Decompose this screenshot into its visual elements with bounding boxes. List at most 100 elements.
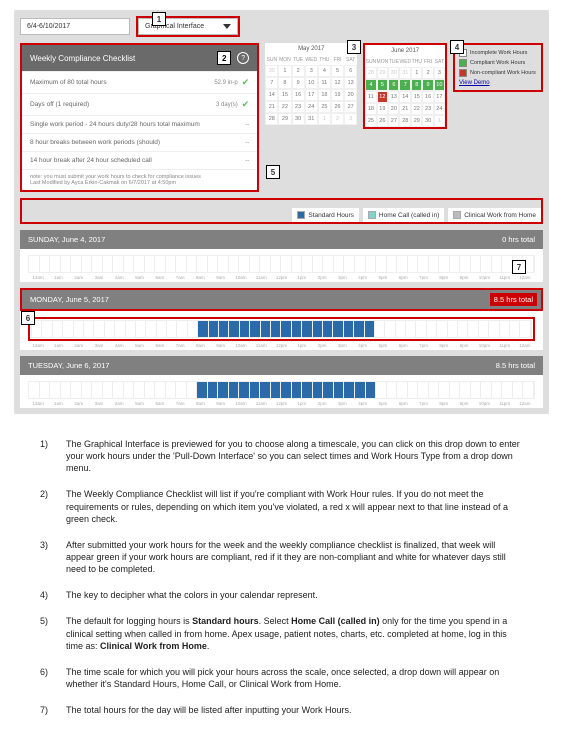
timeline-slot[interactable] <box>250 321 260 337</box>
timeline-slot[interactable] <box>63 321 73 337</box>
timeline-slot[interactable] <box>481 382 492 398</box>
timeline-slot[interactable] <box>492 382 503 398</box>
timeline-slot[interactable] <box>40 256 51 272</box>
timeline-slot[interactable] <box>355 382 366 398</box>
timeline-slot[interactable] <box>460 382 471 398</box>
timeline-slot[interactable] <box>292 321 302 337</box>
timeline-slot[interactable] <box>50 382 61 398</box>
timeline-slot[interactable] <box>134 382 145 398</box>
timeline-slot[interactable] <box>198 321 208 337</box>
timeline-slot[interactable] <box>250 382 261 398</box>
timeline-slot[interactable] <box>302 256 313 272</box>
timeline-slot[interactable] <box>53 321 63 337</box>
timeline-slot[interactable] <box>166 256 177 272</box>
timeline-slot[interactable] <box>489 321 499 337</box>
timeline-slot[interactable] <box>344 382 355 398</box>
timeline-slot[interactable] <box>187 256 198 272</box>
timeline-slot[interactable] <box>450 382 461 398</box>
timeline-slot[interactable] <box>450 256 461 272</box>
timeline-slot[interactable] <box>124 256 135 272</box>
timeline-slot[interactable] <box>197 382 208 398</box>
timeline-slot[interactable] <box>209 321 219 337</box>
timeline-slot[interactable] <box>471 382 482 398</box>
timeline-slot[interactable] <box>92 256 103 272</box>
timeline-slot[interactable] <box>281 321 291 337</box>
timeline-slot[interactable] <box>492 256 503 272</box>
timeline-slot[interactable] <box>115 321 125 337</box>
timeline-slot[interactable] <box>261 321 271 337</box>
timeline-slot[interactable] <box>292 256 303 272</box>
timeline-slot[interactable] <box>82 382 93 398</box>
timeline-slot[interactable] <box>460 256 471 272</box>
timeline-slot[interactable] <box>281 382 292 398</box>
timeline-slot[interactable] <box>396 321 406 337</box>
timeline-slot[interactable] <box>167 321 177 337</box>
timeline-slot[interactable] <box>510 321 520 337</box>
date-range-input[interactable]: 6/4-6/10/2017 <box>20 18 130 35</box>
timeline-slot[interactable] <box>134 256 145 272</box>
timeline-slot[interactable] <box>481 256 492 272</box>
timeline-slot[interactable] <box>366 382 377 398</box>
timeline-slot[interactable] <box>271 382 282 398</box>
timeline-slot[interactable] <box>29 382 40 398</box>
timeline-slot[interactable] <box>155 382 166 398</box>
timeline-slot[interactable] <box>229 382 240 398</box>
timeline-slot[interactable] <box>366 256 377 272</box>
help-icon[interactable]: ? <box>237 52 249 64</box>
timeline-slot[interactable] <box>260 382 271 398</box>
timeline-slot[interactable] <box>126 321 136 337</box>
timeline-slot[interactable] <box>429 256 440 272</box>
timeline-slot[interactable] <box>239 382 250 398</box>
timeline-slot[interactable] <box>302 382 313 398</box>
timeline-slot[interactable] <box>355 256 366 272</box>
timeline-sun[interactable] <box>28 255 535 273</box>
timeline-slot[interactable] <box>239 256 250 272</box>
timeline-slot[interactable] <box>61 256 72 272</box>
timeline-slot[interactable] <box>105 321 115 337</box>
timeline-slot[interactable] <box>416 321 426 337</box>
timeline-slot[interactable] <box>166 382 177 398</box>
timeline-slot[interactable] <box>82 256 93 272</box>
timeline-slot[interactable] <box>188 321 198 337</box>
timeline-slot[interactable] <box>323 256 334 272</box>
timeline-slot[interactable] <box>229 321 239 337</box>
timeline-slot[interactable] <box>218 256 229 272</box>
timeline-slot[interactable] <box>218 382 229 398</box>
timeline-mon[interactable] <box>31 320 532 338</box>
timeline-slot[interactable] <box>113 382 124 398</box>
calendar-june[interactable]: June 2017 SUNMONTUEWEDTHUFRISAT 28293031… <box>365 45 445 127</box>
timeline-slot[interactable] <box>334 382 345 398</box>
timeline-slot[interactable] <box>260 256 271 272</box>
timeline-slot[interactable] <box>439 256 450 272</box>
timeline-slot[interactable] <box>344 321 354 337</box>
timeline-slot[interactable] <box>408 382 419 398</box>
timeline-slot[interactable] <box>113 256 124 272</box>
timeline-slot[interactable] <box>408 256 419 272</box>
timeline-slot[interactable] <box>146 321 156 337</box>
timeline-slot[interactable] <box>208 382 219 398</box>
timeline-slot[interactable] <box>103 256 114 272</box>
timeline-slot[interactable] <box>103 382 114 398</box>
timeline-slot[interactable] <box>313 256 324 272</box>
timeline-slot[interactable] <box>219 321 229 337</box>
timeline-slot[interactable] <box>397 256 408 272</box>
timeline-slot[interactable] <box>124 382 135 398</box>
timeline-slot[interactable] <box>471 256 482 272</box>
timeline-slot[interactable] <box>429 382 440 398</box>
timeline-slot[interactable] <box>333 321 343 337</box>
timeline-slot[interactable] <box>520 321 530 337</box>
timeline-slot[interactable] <box>418 256 429 272</box>
timeline-slot[interactable] <box>292 382 303 398</box>
timeline-slot[interactable] <box>375 321 385 337</box>
timeline-slot[interactable] <box>84 321 94 337</box>
timeline-slot[interactable] <box>229 256 240 272</box>
timeline-slot[interactable] <box>502 382 513 398</box>
timeline-slot[interactable] <box>250 256 261 272</box>
timeline-slot[interactable] <box>271 256 282 272</box>
timeline-slot[interactable] <box>157 321 167 337</box>
timeline-slot[interactable] <box>71 256 82 272</box>
timeline-slot[interactable] <box>29 256 40 272</box>
timeline-slot[interactable] <box>145 256 156 272</box>
timeline-slot[interactable] <box>513 382 524 398</box>
timeline-slot[interactable] <box>387 256 398 272</box>
